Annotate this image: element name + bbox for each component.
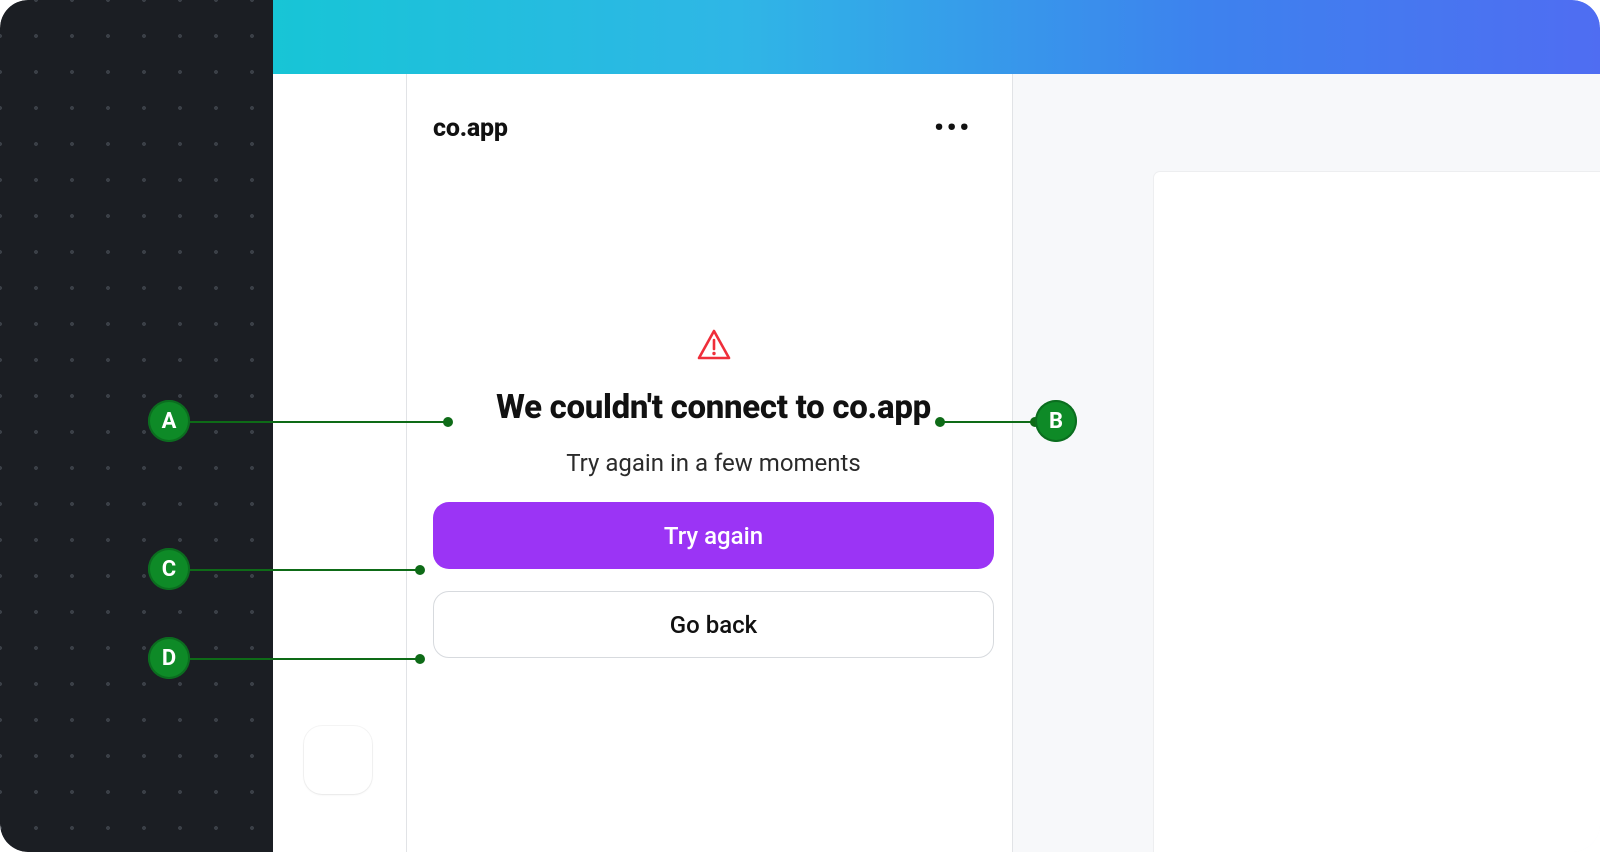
annotation-badge-a: A	[148, 400, 190, 442]
try-again-label: Try again	[664, 522, 763, 550]
main-panel: co.app ••• We couldn't connect to co.app…	[273, 74, 1013, 852]
warning-triangle-icon	[696, 328, 732, 366]
annotation-line-a	[190, 421, 448, 423]
top-gradient-bar	[273, 0, 1600, 74]
go-back-label: Go back	[670, 611, 757, 639]
annotation-badge-c: C	[148, 548, 190, 590]
left-rail	[0, 0, 273, 852]
try-again-button[interactable]: Try again	[433, 502, 994, 569]
more-horizontal-icon[interactable]: •••	[934, 113, 972, 143]
annotation-badge-b: B	[1035, 400, 1077, 442]
panel-header: co.app •••	[433, 108, 972, 148]
error-block: We couldn't connect to co.app Try again …	[433, 328, 994, 477]
floating-chiclet[interactable]	[304, 726, 372, 794]
annotation-line-b	[940, 421, 1035, 423]
error-subtitle: Try again in a few moments	[433, 449, 994, 477]
panel-divider	[406, 74, 407, 852]
stage: co.app ••• We couldn't connect to co.app…	[0, 0, 1600, 852]
error-title: We couldn't connect to co.app	[433, 388, 994, 427]
annotation-badge-d: D	[148, 637, 190, 679]
page-title: co.app	[433, 114, 508, 143]
go-back-button[interactable]: Go back	[433, 591, 994, 658]
annotation-line-c	[190, 569, 420, 571]
action-buttons: Try again Go back	[433, 502, 994, 658]
annotation-line-d	[190, 658, 420, 660]
secondary-card	[1154, 172, 1600, 852]
